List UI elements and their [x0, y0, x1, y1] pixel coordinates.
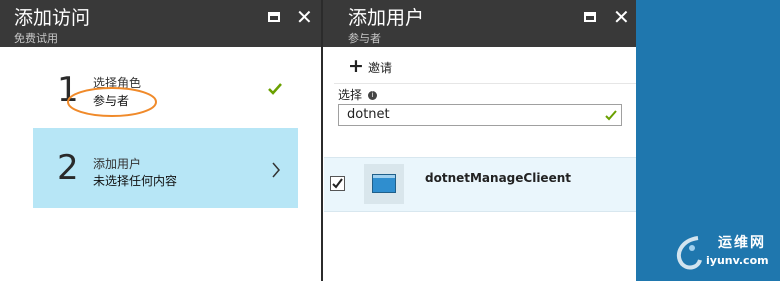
step-label: 添加用户	[93, 157, 142, 171]
chevron-right-icon	[272, 162, 280, 178]
blade-title: 添加用户	[348, 7, 425, 29]
watermark-swirl-icon	[676, 236, 702, 270]
close-icon[interactable]: ✕	[296, 7, 313, 27]
blade-subtitle: 免费试用	[14, 32, 58, 45]
watermark-en: iyunv.com	[706, 254, 769, 267]
row-checkbox[interactable]	[330, 176, 345, 191]
step-add-users[interactable]: 2 添加用户 未选择任何内容	[33, 128, 298, 208]
toolbar-separator	[334, 83, 636, 84]
watermark-logo: 运维网 iyunv.com	[672, 228, 780, 281]
add-users-blade: 添加用户 参与者 ✕	[323, 0, 636, 281]
search-input[interactable]: dotnet	[338, 104, 622, 126]
annotation-ellipse	[67, 87, 157, 117]
check-icon	[605, 110, 617, 121]
blade-header: 添加用户 参与者 ✕	[323, 0, 636, 47]
result-row[interactable]: dotnetManageClieent	[324, 157, 636, 212]
close-icon[interactable]: ✕	[613, 7, 630, 27]
blade-header: 添加访问 免费试用 ✕	[0, 0, 321, 47]
info-icon: i	[367, 91, 377, 100]
maximize-icon[interactable]	[268, 12, 280, 22]
add-access-blade: 添加访问 免费试用 ✕ 1 选择角色 参与者 2 添加用户 未选择任何内容	[0, 0, 321, 281]
blade-subtitle: 参与者	[348, 32, 381, 45]
invite-label: 邀请	[368, 61, 393, 75]
check-icon	[268, 83, 282, 95]
search-value: dotnet	[347, 107, 390, 122]
step-value: 未选择任何内容	[93, 174, 178, 188]
checkmark-icon	[332, 178, 343, 189]
blade-title: 添加访问	[14, 7, 91, 29]
select-label: 选择 i	[338, 86, 377, 103]
application-icon	[364, 164, 404, 204]
watermark-cn: 运维网	[718, 235, 766, 251]
step-number: 2	[57, 148, 79, 188]
maximize-icon[interactable]	[584, 12, 596, 22]
result-name: dotnetManageClieent	[425, 171, 571, 185]
plus-icon: +	[348, 55, 364, 77]
